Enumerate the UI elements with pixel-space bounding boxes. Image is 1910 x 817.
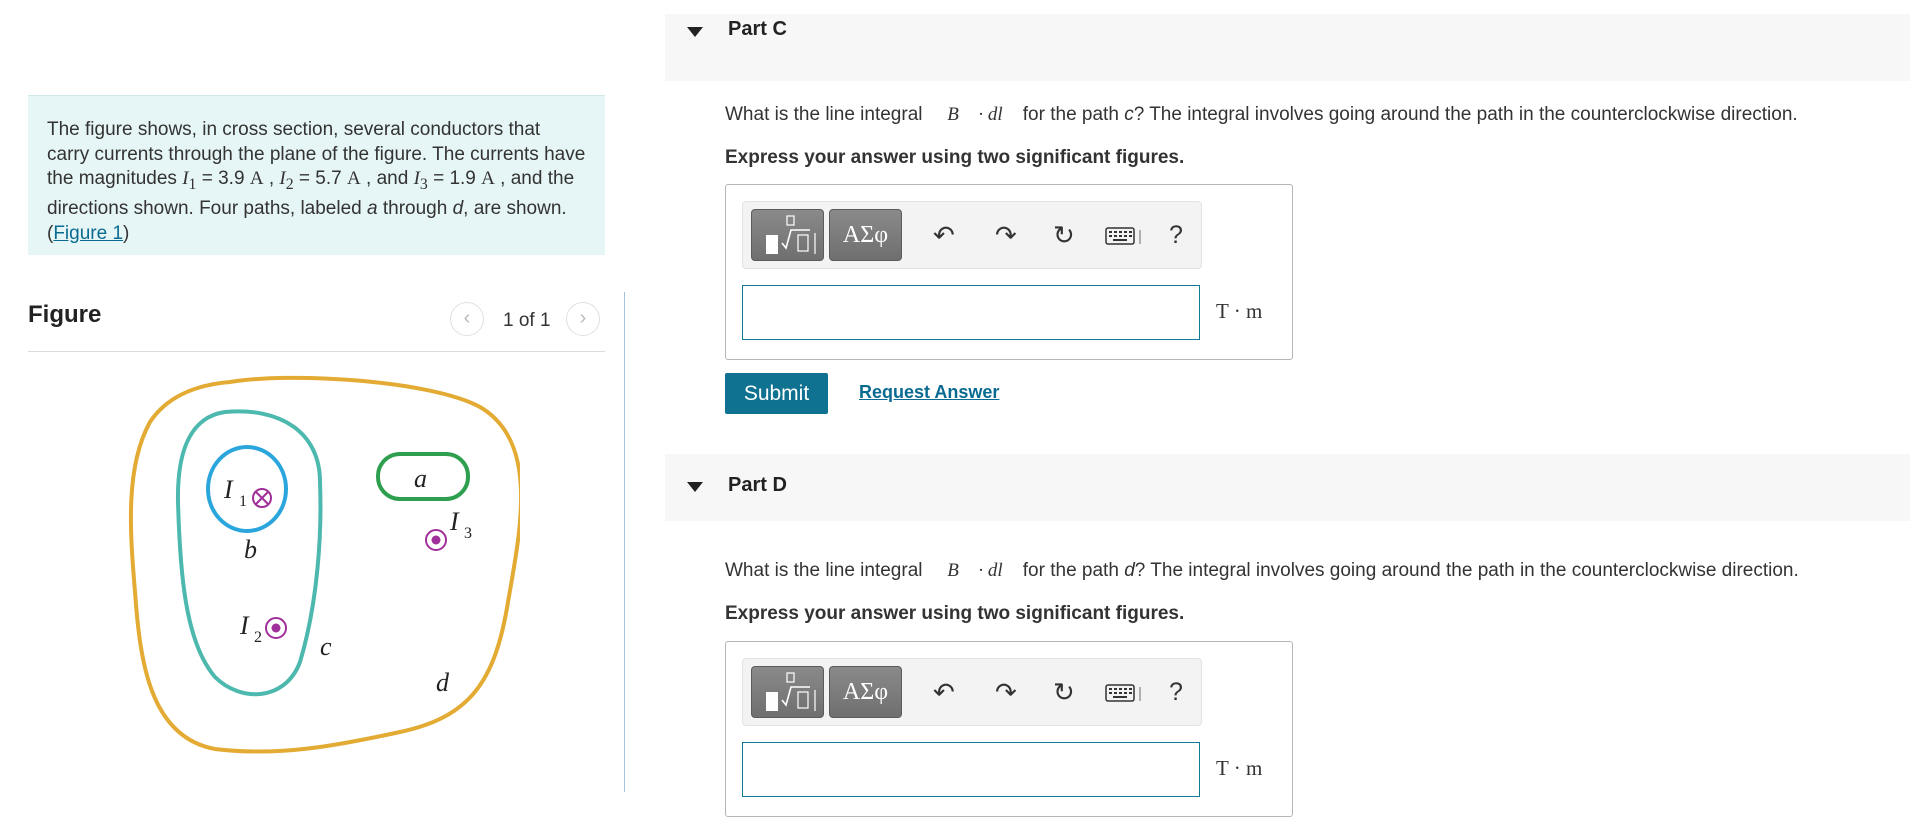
part-d-answer-box: ΑΣφ ↶ ↷ ↻ ? T · m [725,641,1293,817]
problem-text: ) [123,222,130,244]
keyboard-icon-glyph [1105,684,1141,702]
label-i2: I [239,611,250,640]
math-toolbar: ΑΣφ ↶ ↷ ↻ ? [742,201,1202,269]
part-c-header[interactable]: Part C [665,14,1910,81]
part-d-answer-input[interactable] [742,742,1200,797]
label-d: d [436,668,450,697]
figure-link[interactable]: Figure 1 [53,223,123,244]
question-path: c [1124,104,1134,125]
label-c: c [320,632,332,661]
current-into-page-icon [252,488,272,508]
label-i1-sub: 1 [239,493,247,510]
problem-statement: The figure shows, in cross section, seve… [28,95,605,255]
part-c-instruction: Express your answer using two significan… [725,147,1185,168]
help-button[interactable]: ? [1169,220,1183,250]
caret-down-icon[interactable] [687,27,703,37]
part-c-answer-box: ΑΣφ ↶ ↷ ↻ ? T · m [725,184,1293,360]
redo-icon[interactable]: ↷ [995,220,1017,250]
problem-text: , [263,168,280,189]
path-a-ref: a [367,198,378,220]
conductor-figure: I 1 I 2 I 3 a b c d [128,375,520,754]
part-d-unit: T · m [1216,756,1263,780]
part-c-answer-input[interactable] [742,285,1200,340]
reset-icon[interactable]: ↻ [1053,677,1075,707]
part-d-header[interactable]: Part D [665,454,1910,521]
label-a: a [414,464,427,493]
part-c-title: Part C [728,18,787,40]
label-i1: I [223,475,234,504]
submit-button[interactable]: Submit [725,373,828,414]
question-text: for the path [1017,104,1125,125]
path-b-loop [206,445,288,533]
part-d-question: What is the line integral ∮ B⃗ · dl⃗ for… [725,560,1799,582]
i2-sub: 2 [285,175,294,193]
question-text: ? The integral involves going around the… [1133,104,1798,125]
question-text: What is the line integral [725,104,928,125]
label-i3-sub: 3 [464,525,472,542]
caret-down-icon[interactable] [687,482,703,492]
current-out-of-page-icon [425,529,447,551]
undo-icon[interactable]: ↶ [933,677,955,707]
current-out-of-page-icon [265,617,287,639]
question-text: What is the line integral [725,560,928,581]
i1-value: = 3.9 [196,168,250,189]
part-c-unit: T · m [1216,299,1263,323]
chevron-right-icon[interactable]: › [566,302,600,336]
undo-icon[interactable]: ↶ [933,220,955,250]
i1-unit: A [249,168,264,189]
i3-unit: A [481,168,495,189]
templates-button[interactable] [751,666,824,718]
figure-header: Figure ‹ 1 of 1 › [28,300,605,352]
i3-sub: 3 [419,175,428,193]
question-text: ? The integral involves going around the… [1134,560,1799,581]
i3-value: = 1.9 [427,168,482,189]
part-d-title: Part D [728,474,787,496]
label-b: b [244,535,257,564]
figure-title: Figure [28,301,102,328]
part-c-question: What is the line integral ∮ B⃗ · dl⃗ for… [725,104,1798,126]
templates-button[interactable] [751,209,824,261]
templates-icon [766,672,816,711]
question-text: for the path [1017,560,1125,581]
i2-value: = 5.7 [293,168,347,189]
path-d-ref: d [452,198,464,220]
question-path: d [1124,560,1135,581]
problem-text: through [377,198,453,220]
request-answer-link[interactable]: Request Answer [859,382,999,403]
symbols-button[interactable]: ΑΣφ [829,209,902,261]
keyboard-icon-glyph [1105,227,1141,245]
redo-icon[interactable]: ↷ [995,677,1017,707]
line-integral-expression: ∮ B⃗ · dl⃗ [927,104,1018,125]
left-panel: The figure shows, in cross section, seve… [0,0,624,792]
problem-text: , and [360,168,414,189]
figure-pager-text: 1 of 1 [503,310,551,331]
line-integral-expression: ∮ B⃗ · dl⃗ [927,560,1018,581]
keyboard-icon[interactable] [1105,224,1143,254]
label-i3: I [449,507,460,536]
help-button[interactable]: ? [1169,677,1183,707]
label-i2-sub: 2 [254,629,262,646]
chevron-left-icon[interactable]: ‹ [450,302,484,336]
i2-unit: A [347,168,361,189]
symbols-button[interactable]: ΑΣφ [829,666,902,718]
math-toolbar: ΑΣφ ↶ ↷ ↻ ? [742,658,1202,726]
reset-icon[interactable]: ↻ [1053,220,1075,250]
templates-icon [766,215,816,254]
column-divider [624,292,625,792]
keyboard-icon[interactable] [1105,681,1143,711]
part-d-instruction: Express your answer using two significan… [725,603,1185,624]
